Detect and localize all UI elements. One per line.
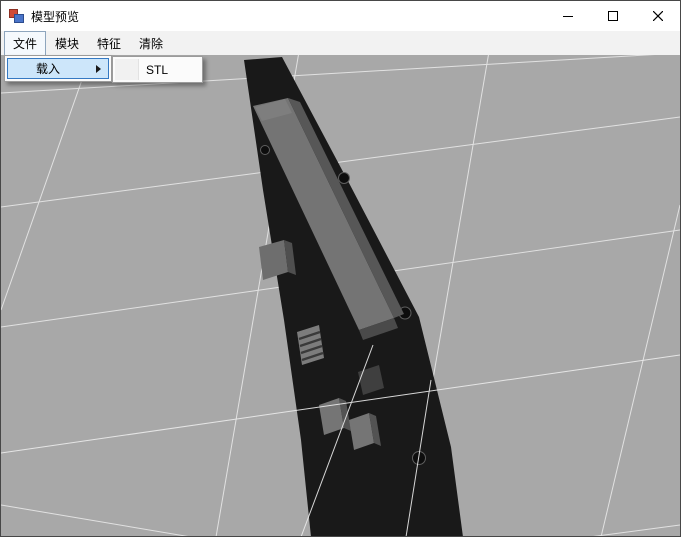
app-window: 模型预览 文件 模块 特征 清除 载入 STL — [0, 0, 681, 537]
titlebar: 模型预览 — [1, 1, 680, 31]
maximize-icon — [607, 11, 618, 21]
load-submenu: STL — [112, 56, 203, 83]
menu-item-clear[interactable]: 清除 — [130, 31, 172, 56]
minimize-button[interactable] — [545, 1, 590, 31]
model-3d — [244, 57, 463, 536]
menu-item-stl-label: STL — [146, 62, 169, 77]
file-dropdown-menu: 载入 — [4, 55, 112, 82]
app-icon-blue-square — [14, 14, 24, 23]
menu-item-file[interactable]: 文件 — [4, 30, 47, 56]
menubar: 文件 模块 特征 清除 — [1, 30, 680, 56]
menu-item-load[interactable]: 载入 — [7, 58, 109, 79]
menu-item-feature[interactable]: 特征 — [88, 31, 130, 56]
close-icon — [652, 11, 663, 21]
viewport-canvas — [1, 55, 680, 536]
board-hole — [338, 172, 350, 184]
menu-item-stl[interactable]: STL — [115, 59, 200, 80]
maximize-button[interactable] — [590, 1, 635, 31]
menu-item-module[interactable]: 模块 — [46, 31, 88, 56]
app-icon — [9, 8, 25, 24]
window-title: 模型预览 — [31, 9, 80, 24]
minimize-icon — [562, 16, 573, 17]
menu-item-load-label: 载入 — [36, 62, 61, 76]
board-hole — [260, 145, 270, 155]
window-controls — [545, 1, 680, 31]
submenu-arrow-icon — [96, 64, 101, 73]
close-button[interactable] — [635, 1, 680, 31]
viewport[interactable] — [1, 55, 680, 536]
